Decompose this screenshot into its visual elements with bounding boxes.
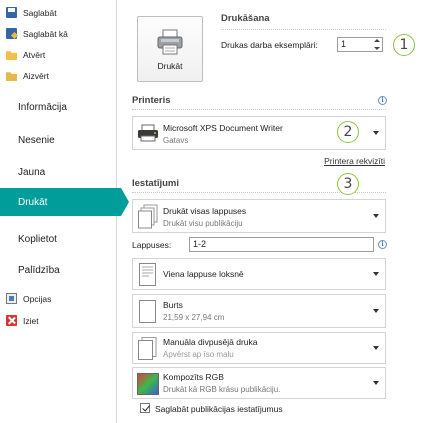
paper-size-dropdown[interactable]: Burts 21,59 x 27,94 cm xyxy=(132,294,386,328)
save-settings-label: Saglabāt publikācijas iestatījumus xyxy=(155,404,283,414)
print-separator xyxy=(221,29,386,30)
nav-print[interactable]: Drukāt xyxy=(0,188,129,216)
paper-sub: 21,59 x 27,94 cm xyxy=(163,313,225,322)
save-settings-checkbox[interactable] xyxy=(140,403,150,413)
open-folder-icon xyxy=(6,51,17,60)
copies-value: 1 xyxy=(341,39,347,49)
nav-save[interactable]: Saglabāt xyxy=(6,4,114,21)
nav-exit-label: Iziet xyxy=(23,315,39,326)
layout-dropdown[interactable]: Viena lappuse loksnē xyxy=(132,258,386,290)
save-as-icon xyxy=(6,28,17,39)
chevron-down-icon xyxy=(373,272,379,276)
copies-spinner[interactable] xyxy=(374,39,380,50)
nav-print-label: Drukāt xyxy=(18,196,48,208)
chevron-down-icon xyxy=(373,346,379,350)
rgb-color-icon xyxy=(137,373,159,395)
pages-input[interactable]: 1-2 xyxy=(189,237,374,252)
one-page-per-sheet-icon xyxy=(139,263,156,286)
pages-value: 1-2 xyxy=(193,239,207,249)
color-sub: Drukāt kā RGB krāsu publikāciju. xyxy=(163,385,281,394)
nav-new[interactable]: Jauna xyxy=(0,158,117,186)
nav-recent[interactable]: Nesenie xyxy=(0,126,117,154)
exit-icon xyxy=(6,315,17,326)
printer-separator xyxy=(132,109,386,110)
nav-help[interactable]: Palīdzība xyxy=(0,256,117,284)
copies-label: Drukas darba eksemplāri: xyxy=(221,40,318,50)
nav-save-as[interactable]: Saglabāt kā xyxy=(6,25,114,42)
copies-input[interactable]: 1 xyxy=(337,37,383,52)
duplex-icon xyxy=(138,337,157,360)
callout-2: 2 xyxy=(337,121,359,143)
nav-exit[interactable]: Iziet xyxy=(6,312,114,329)
nav-save-label: Saglabāt xyxy=(23,7,57,18)
chevron-down-icon xyxy=(373,131,379,135)
printer-status: Gatavs xyxy=(163,136,189,145)
nav-open-label: Atvērt xyxy=(23,49,46,60)
nav-options-label: Opcijas xyxy=(23,293,52,304)
nav-open[interactable]: Atvērt xyxy=(6,46,114,63)
print-range-sub: Drukāt visu publikāciju xyxy=(163,219,243,228)
printer-device-icon xyxy=(138,124,158,142)
color-mode-dropdown[interactable]: Kompozīts RGB Drukāt kā RGB krāsu publik… xyxy=(132,367,386,399)
nav-options[interactable]: Opcijas xyxy=(6,290,114,307)
callout-3: 3 xyxy=(337,173,359,195)
nav-help-label: Palīdzība xyxy=(18,264,60,276)
paper-icon xyxy=(139,300,156,323)
layout-title: Viena lappuse loksnē xyxy=(163,269,244,279)
nav-share-label: Koplietot xyxy=(18,233,57,245)
options-icon xyxy=(6,293,17,304)
chevron-down-icon xyxy=(373,309,379,313)
backstage-nav: Saglabāt Saglabāt kā Atvērt Aizvērt Info… xyxy=(0,0,129,423)
nav-new-label: Jauna xyxy=(18,166,46,178)
duplex-sub: Apvērst ap īso malu xyxy=(163,350,234,359)
close-folder-icon xyxy=(6,72,17,81)
pages-label: Lappuses: xyxy=(132,240,172,250)
chevron-down-icon xyxy=(373,381,379,385)
nav-close[interactable]: Aizvērt xyxy=(6,67,114,84)
info-icon[interactable]: i xyxy=(378,96,387,105)
nav-share[interactable]: Koplietot xyxy=(0,225,117,253)
pages-stack-icon xyxy=(138,204,158,229)
print-range-title: Drukāt visas lappuses xyxy=(163,206,247,216)
printer-section-title: Printeris xyxy=(132,95,171,106)
printer-name: Microsoft XPS Document Writer xyxy=(163,123,283,133)
settings-section-title: Iestatījumi xyxy=(132,178,179,189)
nav-save-as-label: Saglabāt kā xyxy=(23,28,68,39)
print-panel: Drukāt Drukāšana Drukas darba eksemplāri… xyxy=(118,0,421,423)
print-section-title: Drukāšana xyxy=(221,13,270,24)
nav-close-label: Aizvērt xyxy=(23,70,49,81)
printer-properties-link[interactable]: Printera rekvizīti xyxy=(324,156,385,166)
chevron-down-icon xyxy=(373,214,379,218)
pages-info-icon[interactable]: i xyxy=(378,240,387,249)
nav-info[interactable]: Informācija xyxy=(0,93,117,121)
nav-info-label: Informācija xyxy=(18,101,67,113)
print-button-label: Drukāt xyxy=(157,61,183,71)
color-title: Kompozīts RGB xyxy=(163,372,224,382)
print-range-dropdown[interactable]: Drukāt visas lappuses Drukāt visu publik… xyxy=(132,199,386,233)
paper-title: Burts xyxy=(163,300,183,310)
printer-icon xyxy=(157,29,183,55)
callout-1: 1 xyxy=(393,34,415,56)
nav-recent-label: Nesenie xyxy=(18,134,55,146)
duplex-dropdown[interactable]: Manuāla divpusējā druka Apvērst ap īso m… xyxy=(132,332,386,364)
print-button[interactable]: Drukāt xyxy=(137,16,203,82)
duplex-title: Manuāla divpusējā druka xyxy=(163,337,258,347)
save-icon xyxy=(6,7,17,18)
